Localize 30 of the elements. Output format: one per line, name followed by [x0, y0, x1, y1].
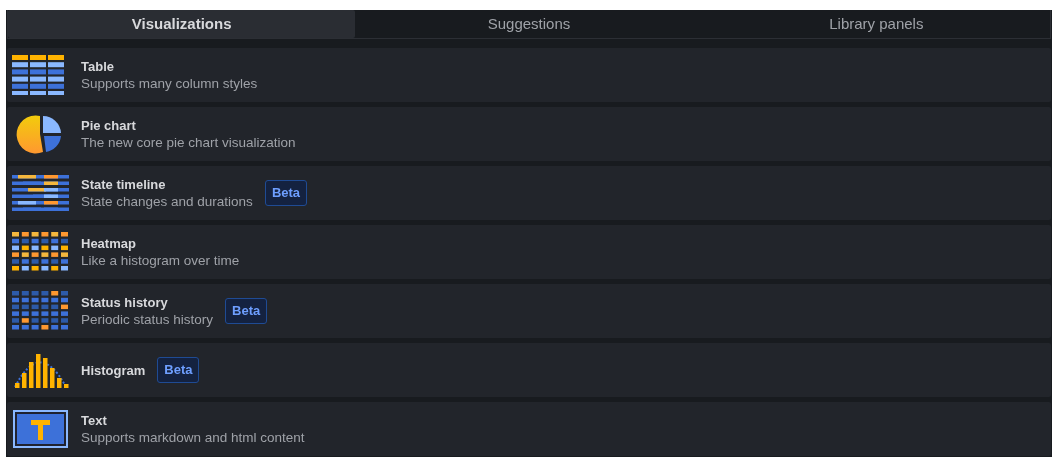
tab[interactable]: Visualizations: [8, 10, 356, 38]
tab[interactable]: Suggestions: [355, 10, 703, 38]
item-description: Like a histogram over time: [81, 251, 240, 270]
item-description: State changes and durations: [81, 192, 253, 211]
visualization-item[interactable]: State timeline State changes and durations Beta: [7, 166, 1051, 220]
item-title: Status history: [81, 293, 169, 311]
item-title: Text: [81, 411, 108, 429]
item-title: Table: [81, 57, 115, 75]
tab[interactable]: Library panels: [702, 10, 1050, 38]
beta-badge: Beta: [157, 357, 200, 383]
item-description: Periodic status history: [81, 310, 214, 329]
status-history-icon: [12, 291, 69, 331]
visualization-item[interactable]: Pie chart The new core pie chart visualization: [7, 107, 1051, 161]
heatmap-icon: [12, 232, 69, 272]
text-icon: [12, 409, 69, 449]
visualization-item[interactable]: Histogram Beta: [7, 343, 1051, 397]
item-description: Supports many column styles: [81, 74, 258, 93]
timeline-icon: [12, 173, 69, 213]
item-title: Heatmap: [81, 234, 137, 252]
item-title: Pie chart: [81, 116, 137, 134]
visualization-item[interactable]: Heatmap Like a histogram over time: [7, 225, 1051, 279]
item-title: Histogram: [81, 361, 146, 379]
visualization-item[interactable]: Status history Periodic status history Beta: [7, 284, 1051, 338]
beta-badge: Beta: [225, 298, 268, 324]
item-description: Supports markdown and html content: [81, 428, 305, 447]
visualization-item[interactable]: Table Supports many column styles: [7, 48, 1051, 102]
beta-badge: Beta: [264, 180, 308, 206]
item-description: The new core pie chart visualization: [81, 133, 296, 152]
visualization-item[interactable]: Text Supports markdown and html content: [7, 402, 1051, 456]
item-title: State timeline: [81, 175, 167, 193]
